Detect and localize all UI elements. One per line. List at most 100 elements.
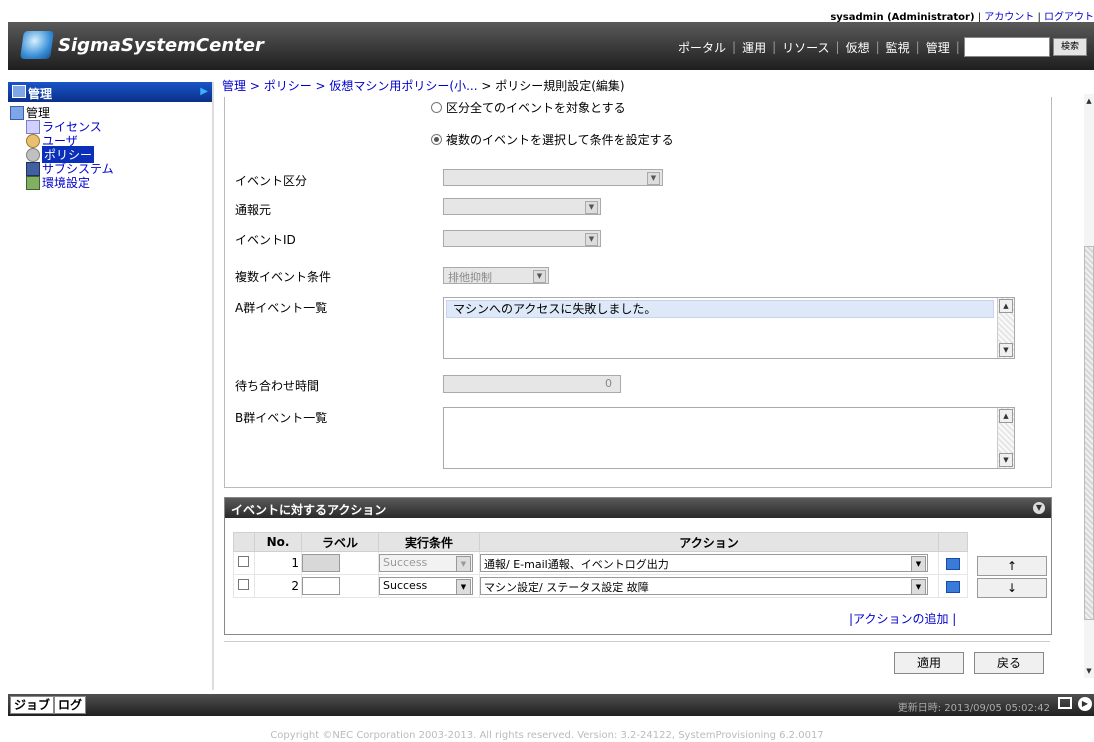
- page-scrollbar[interactable]: ▲ ▼: [1084, 94, 1094, 678]
- status-bar: ジョブ ログ 更新日時: 2013/09/05 05:02:42 ▶: [8, 694, 1094, 716]
- source-label: 通報元: [235, 203, 272, 217]
- row-no: 1: [254, 551, 302, 575]
- nav-separator: |: [732, 40, 737, 54]
- row-label-cell: [301, 574, 379, 598]
- table-row: 1 Success ▼ 通報/ E-mail通報、イベントログ出力 ▼: [233, 551, 968, 575]
- scroll-up-icon[interactable]: ▲: [1084, 96, 1094, 106]
- nav-monitor[interactable]: 監視: [886, 39, 910, 56]
- tab-logs[interactable]: ログ: [54, 696, 87, 714]
- action-select[interactable]: 通報/ E-mail通報、イベントログ出力 ▼: [480, 554, 928, 572]
- scroll-up-icon[interactable]: ▲: [999, 409, 1013, 423]
- chevron-down-icon: ▼: [585, 233, 598, 246]
- scroll-down-icon[interactable]: ▼: [1084, 666, 1094, 676]
- nav-portal[interactable]: ポータル: [678, 39, 726, 56]
- condition-select[interactable]: Success ▼: [379, 554, 473, 572]
- select-value: 通報/ E-mail通報、イベントログ出力: [484, 558, 669, 571]
- breadcrumb-sep: >: [311, 79, 330, 93]
- scrollbar[interactable]: ▲ ▼: [997, 298, 1014, 358]
- actions-panel-title: イベントに対するアクション: [231, 503, 387, 517]
- chevron-down-icon: ▼: [585, 201, 598, 214]
- row-detail-cell: [938, 551, 968, 575]
- event-category-label: イベント区分: [235, 174, 308, 188]
- add-action-link[interactable]: |アクションの追加 |: [849, 610, 956, 627]
- logo-cube-icon: [20, 31, 54, 59]
- collapse-arrow-icon[interactable]: ▶: [200, 86, 208, 97]
- actions-panel-header: イベントに対するアクション ▼: [225, 498, 1051, 518]
- search-button[interactable]: 検索: [1053, 38, 1087, 56]
- breadcrumb: 管理 > ポリシー > 仮想マシン用ポリシー(小... > ポリシー規則設定(編…: [222, 77, 625, 94]
- wait-time-label: 待ち合わせ時間: [235, 379, 320, 393]
- col-no: No.: [254, 532, 302, 552]
- radio-button[interactable]: [431, 102, 442, 113]
- list-item[interactable]: マシンへのアクセスに失敗しました。: [446, 300, 994, 318]
- nav-virtual[interactable]: 仮想: [846, 39, 870, 56]
- breadcrumb-management[interactable]: 管理: [222, 79, 246, 93]
- tab-jobs[interactable]: ジョブ: [10, 696, 55, 714]
- row-checkbox[interactable]: [238, 556, 249, 567]
- group-b-list[interactable]: ▲ ▼: [443, 407, 1015, 469]
- nav-resource[interactable]: リソース: [782, 39, 829, 56]
- move-down-button[interactable]: ↓: [977, 578, 1047, 598]
- nav-operation[interactable]: 運用: [742, 39, 766, 56]
- select-value: Success: [383, 579, 428, 592]
- nav-separator: |: [835, 40, 840, 54]
- nav-separator: |: [772, 40, 777, 54]
- copyright: Copyright ©NEC Corporation 2003-2013. Al…: [270, 730, 824, 741]
- radio-all-label: 区分全てのイベントを対象とする: [446, 101, 626, 115]
- label-input[interactable]: [302, 554, 340, 572]
- group-a-list[interactable]: マシンへのアクセスに失敗しました。 ▲ ▼: [443, 297, 1015, 359]
- row-checkbox[interactable]: [238, 579, 249, 590]
- event-actions-panel: イベントに対するアクション ▼ No. ラベル 実行条件 アクション 1 Suc…: [224, 497, 1052, 635]
- nav-management[interactable]: 管理: [926, 39, 950, 56]
- breadcrumb-vm-policy[interactable]: 仮想マシン用ポリシー(小...: [329, 79, 477, 93]
- wait-time-input[interactable]: 0: [443, 375, 621, 393]
- condition-select[interactable]: Success ▼: [379, 577, 473, 595]
- sidebar-item-label[interactable]: 環境設定: [42, 174, 90, 191]
- radio-button-selected[interactable]: [431, 134, 442, 145]
- nav-separator: |: [955, 40, 960, 54]
- action-select[interactable]: マシン設定/ ステータス設定 故障 ▼: [480, 577, 928, 595]
- window-icon[interactable]: [1058, 697, 1072, 709]
- scrollbar[interactable]: ▲ ▼: [997, 408, 1014, 468]
- apply-button[interactable]: 適用: [894, 652, 964, 674]
- row-label-cell: [301, 551, 379, 575]
- event-id-select[interactable]: ▼: [443, 230, 601, 247]
- chevron-down-icon: ▼: [911, 579, 926, 595]
- scrollbar-thumb[interactable]: [1084, 246, 1094, 620]
- app-header: SigmaSystemCenter ポータル | 運用 | リソース | 仮想 | 監視…: [8, 22, 1094, 70]
- settings-icon: [26, 175, 40, 190]
- select-value: 排他抑制: [448, 271, 492, 284]
- search-input[interactable]: [964, 37, 1050, 57]
- group-a-label: A群イベント一覧: [235, 301, 328, 315]
- user-bar: sysadmin (Administrator) | アカウント | ログアウト: [0, 8, 1094, 23]
- multi-condition-select[interactable]: 排他抑制 ▼: [443, 267, 549, 284]
- last-updated: 更新日時: 2013/09/05 05:02:42: [897, 703, 1050, 714]
- radio-multi-events[interactable]: 複数のイベントを選択して条件を設定する: [431, 131, 674, 148]
- sidebar-splitter[interactable]: [212, 82, 214, 690]
- scroll-down-icon[interactable]: ▼: [999, 453, 1013, 467]
- col-checkbox: [233, 532, 255, 552]
- scroll-down-icon[interactable]: ▼: [999, 343, 1013, 357]
- sidebar-item-settings[interactable]: 環境設定: [26, 174, 90, 191]
- move-up-button[interactable]: ↑: [977, 556, 1047, 576]
- radio-all-events[interactable]: 区分全てのイベントを対象とする: [431, 99, 626, 116]
- book-icon[interactable]: [946, 580, 960, 593]
- event-category-select[interactable]: ▼: [443, 169, 663, 186]
- nav-separator: |: [915, 40, 920, 54]
- back-button[interactable]: 戻る: [974, 652, 1044, 674]
- breadcrumb-policy[interactable]: ポリシー: [264, 79, 312, 93]
- expand-arrow-icon[interactable]: ▶: [1078, 697, 1092, 711]
- policy-rule-form: 区分全てのイベントを対象とする 複数のイベントを選択して条件を設定する イベント…: [224, 97, 1052, 488]
- select-value: マシン設定/ ステータス設定 故障: [484, 581, 649, 594]
- source-select[interactable]: ▼: [443, 198, 601, 215]
- chevron-down-icon: ▼: [533, 270, 546, 283]
- label-input[interactable]: [302, 577, 340, 595]
- col-condition: 実行条件: [378, 532, 480, 552]
- collapse-toggle-icon[interactable]: ▼: [1033, 502, 1045, 514]
- sidebar-title: 管理: [28, 87, 53, 101]
- management-icon: [12, 85, 26, 98]
- chevron-down-icon: ▼: [911, 556, 926, 572]
- select-value: Success: [383, 556, 428, 569]
- scroll-up-icon[interactable]: ▲: [999, 299, 1013, 313]
- book-icon[interactable]: [946, 557, 960, 570]
